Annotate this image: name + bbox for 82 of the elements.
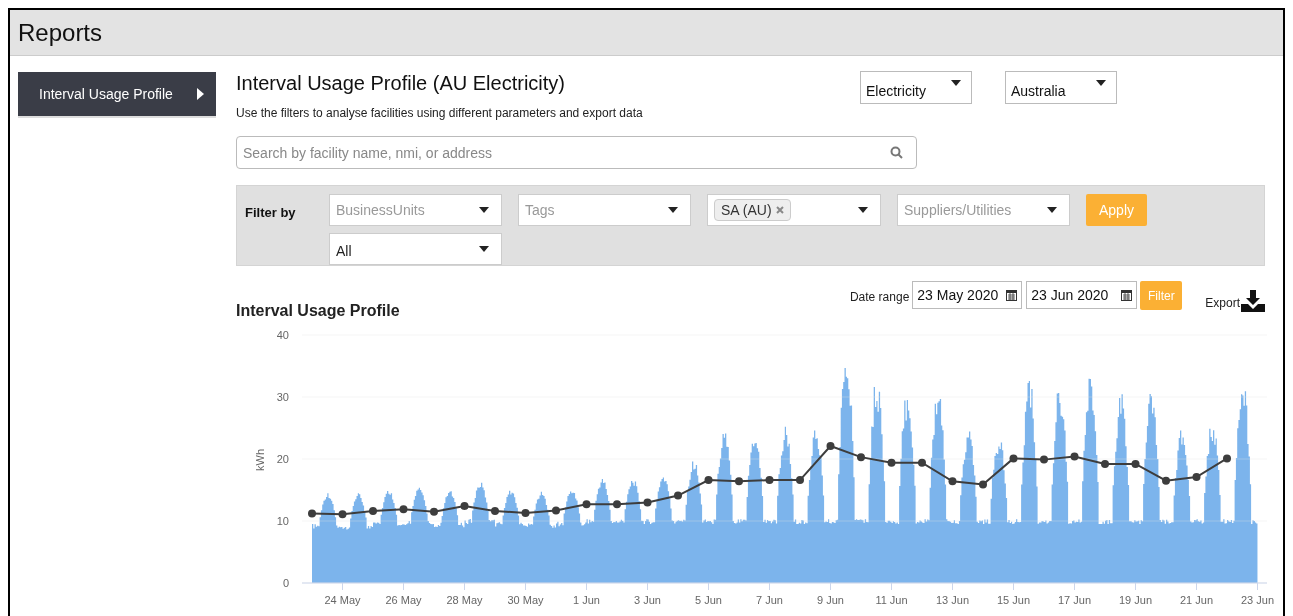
chart-title: Interval Usage Profile (236, 301, 400, 321)
axis-label: 30 (276, 391, 289, 403)
axis-label: 24 May (324, 594, 361, 606)
data-point (338, 510, 347, 519)
data-point (491, 507, 499, 516)
data-point (948, 477, 957, 486)
data-point (430, 507, 438, 516)
data-point (1223, 454, 1231, 463)
axis-label: 1 Jun (573, 594, 600, 606)
data-point (918, 458, 926, 467)
data-point (796, 476, 804, 485)
axis-label: 23 Jun (1241, 594, 1274, 606)
data-point (1040, 455, 1048, 464)
axis-label: 10 (276, 515, 289, 527)
axis-label: 0 (282, 577, 289, 589)
caret-icon (479, 246, 489, 252)
data-point (582, 500, 591, 509)
axis-label: 15 Jun (997, 594, 1030, 606)
data-point (704, 476, 713, 485)
axis-label: 20 (276, 453, 289, 465)
data-point (308, 509, 316, 518)
axis-label: 7 Jun (756, 594, 783, 606)
data-point (674, 491, 682, 500)
search-field[interactable]: Search by facility name, nmi, or address (236, 136, 917, 169)
axis-label: 40 (276, 329, 289, 341)
data-point (1192, 473, 1201, 481)
filter-select[interactable]: SA (AU) (707, 194, 881, 226)
caret-icon (1096, 80, 1106, 86)
calendar-icon (1006, 289, 1018, 301)
page-header-title: Reports (18, 17, 103, 48)
data-point (857, 453, 865, 462)
data-point (643, 498, 652, 507)
remove-icon[interactable] (775, 206, 784, 214)
data-point (399, 505, 408, 514)
data-point (1070, 452, 1079, 461)
axis-label: 3 Jun (634, 594, 661, 606)
data-point (1162, 476, 1170, 485)
filter-label: Filter by (245, 204, 297, 222)
data-point (887, 458, 896, 467)
caret-icon (858, 207, 868, 213)
axis-label: 11 Jun (875, 594, 908, 606)
data-point (979, 480, 987, 489)
data-point (826, 442, 835, 450)
axis-label: 26 May (385, 594, 422, 606)
axis-label: 19 Jun (1119, 594, 1152, 606)
filter-select[interactable]: All (329, 233, 502, 265)
filter-tag[interactable]: SA (AU) (714, 199, 791, 221)
axis-label: 21 Jun (1180, 594, 1213, 606)
data-point (765, 476, 774, 485)
date-field[interactable]: 23 May 2020 (912, 281, 1023, 309)
caret-icon (951, 80, 961, 86)
axis-label: 13 Jun (936, 594, 969, 606)
date-range-label: Date range (849, 289, 910, 306)
download-icon (1241, 290, 1265, 312)
data-point (1101, 459, 1109, 468)
data-point (369, 507, 377, 516)
data-point (735, 477, 743, 486)
data-point (1131, 459, 1140, 468)
axis-label: 30 May (507, 594, 544, 606)
caret-right-icon (197, 88, 204, 100)
data-point (460, 502, 469, 511)
caret-icon (1047, 207, 1057, 213)
data-point (613, 500, 621, 509)
caret-icon (668, 207, 678, 213)
calendar-icon (1121, 289, 1133, 301)
axis-label: 17 Jun (1058, 594, 1091, 606)
dropdown[interactable]: Electricity (860, 71, 972, 104)
page-title: Interval Usage Profile (AU Electricity) (236, 71, 566, 96)
data-point (552, 506, 560, 515)
caret-icon (479, 207, 489, 213)
axis-title: kWh (254, 449, 266, 471)
search-icon (890, 146, 903, 159)
data-point (1009, 454, 1018, 463)
axis-label: 28 May (446, 594, 483, 606)
page-subtitle: Use the filters to analyse facilities using different parameters and export data (236, 105, 644, 122)
date-field[interactable]: 23 Jun 2020 (1026, 281, 1138, 309)
dropdown[interactable]: Australia (1005, 71, 1117, 104)
axis-label: 5 Jun (695, 594, 722, 606)
axis-label: 9 Jun (817, 594, 844, 606)
export-button[interactable]: Export (1205, 290, 1265, 312)
data-point (521, 508, 530, 517)
sidebar-item[interactable]: Interval Usage Profile (18, 72, 216, 118)
